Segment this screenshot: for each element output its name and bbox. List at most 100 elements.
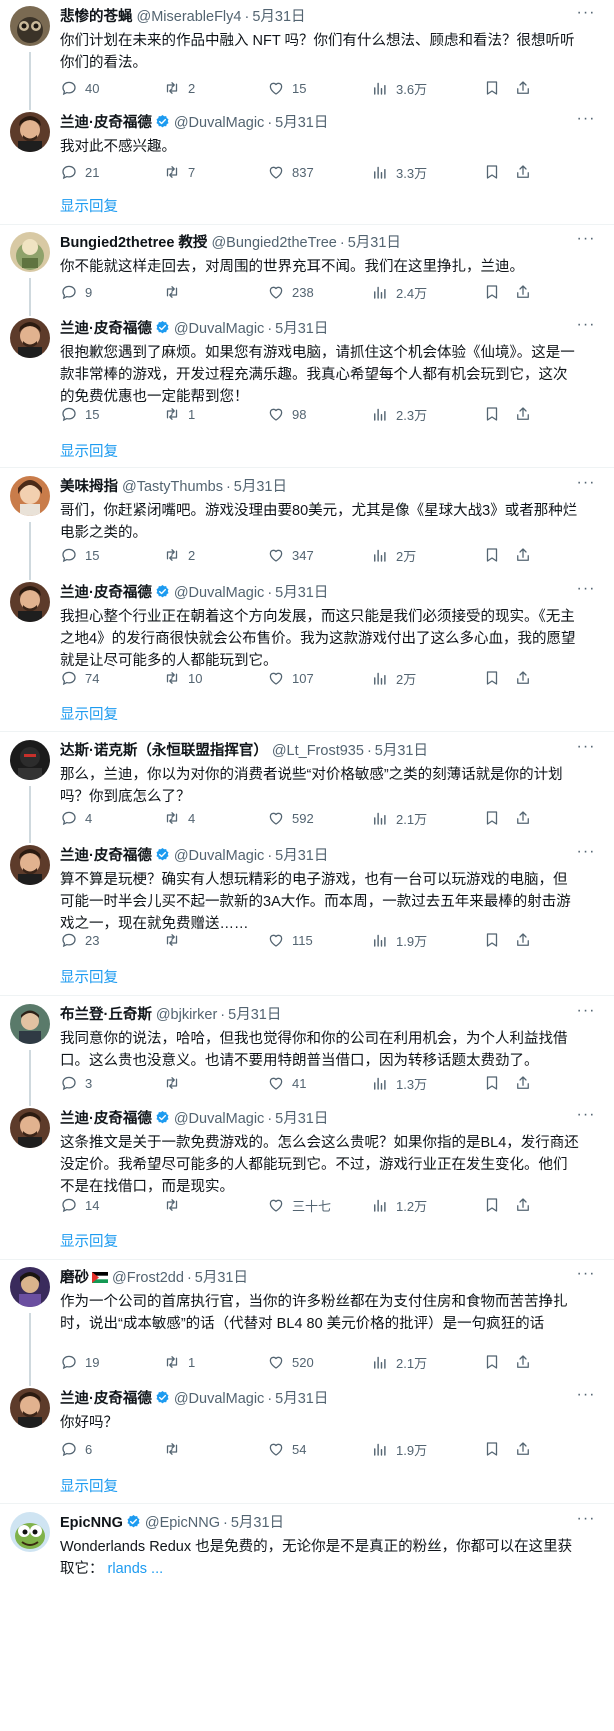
more-icon[interactable]: ··· — [576, 739, 596, 762]
author-name[interactable]: Bungied2thetree 教授 — [60, 235, 207, 251]
share-icon[interactable] — [514, 1195, 539, 1215]
like-button[interactable]: 592 — [267, 808, 314, 828]
avatar[interactable] — [10, 318, 50, 358]
avatar[interactable] — [10, 476, 50, 516]
timestamp[interactable]: 5月31日 — [375, 743, 428, 759]
like-button[interactable]: 三十七 — [267, 1195, 331, 1215]
author-handle[interactable]: @DuvalMagic — [174, 848, 264, 864]
author-handle[interactable]: @DuvalMagic — [174, 1391, 264, 1407]
retweet-button[interactable]: 2 — [163, 545, 195, 565]
like-button[interactable]: 238 — [267, 282, 314, 302]
retweet-button[interactable] — [163, 930, 188, 950]
share-icon[interactable] — [514, 1352, 539, 1372]
like-button[interactable]: 520 — [267, 1352, 314, 1372]
author-handle[interactable]: @DuvalMagic — [174, 585, 264, 601]
share-icon[interactable] — [514, 808, 539, 828]
like-button[interactable]: 837 — [267, 162, 314, 182]
author-handle[interactable]: @EpicNNG — [145, 1515, 220, 1531]
views-button[interactable]: 2.4万 — [371, 282, 427, 302]
like-button[interactable]: 41 — [267, 1073, 306, 1093]
views-button[interactable]: 1.2万 — [371, 1195, 427, 1215]
bookmark-icon[interactable] — [483, 1195, 508, 1215]
share-icon[interactable] — [514, 1073, 539, 1093]
bookmark-icon[interactable] — [483, 162, 508, 182]
timestamp[interactable]: 5月31日 — [348, 235, 401, 251]
retweet-button[interactable]: 10 — [163, 668, 202, 688]
author-name[interactable]: 布兰登·丘奇斯 — [60, 1007, 152, 1023]
share-icon[interactable] — [514, 668, 539, 688]
timestamp[interactable]: 5月31日 — [275, 585, 328, 601]
show-replies-link[interactable]: 显示回复 — [60, 195, 118, 216]
author-name[interactable]: 磨砂 — [60, 1270, 89, 1286]
reply-button[interactable]: 74 — [60, 668, 99, 688]
show-replies-link[interactable]: 显示回复 — [60, 703, 118, 724]
reply-button[interactable]: 40 — [60, 78, 99, 98]
author-name[interactable]: 悲惨的苍蝇 — [60, 9, 133, 25]
reply-button[interactable]: 14 — [60, 1195, 99, 1215]
reply-button[interactable]: 9 — [60, 282, 92, 302]
author-name[interactable]: 兰迪·皮奇福德 — [60, 1111, 152, 1127]
more-icon[interactable]: ··· — [576, 5, 596, 28]
views-button[interactable]: 1.9万 — [371, 930, 427, 950]
share-icon[interactable] — [514, 282, 539, 302]
show-replies-link[interactable]: 显示回复 — [60, 966, 118, 987]
more-icon[interactable]: ··· — [576, 1387, 596, 1410]
avatar[interactable] — [10, 1108, 50, 1148]
author-handle[interactable]: @Lt_Frost935 — [272, 743, 364, 759]
views-button[interactable]: 2.1万 — [371, 1352, 427, 1372]
retweet-button[interactable] — [163, 282, 188, 302]
more-icon[interactable]: ··· — [576, 1511, 596, 1534]
more-icon[interactable]: ··· — [576, 475, 596, 498]
views-button[interactable]: 2.3万 — [371, 404, 427, 424]
timestamp[interactable]: 5月31日 — [275, 848, 328, 864]
more-icon[interactable]: ··· — [576, 1107, 596, 1130]
like-button[interactable]: 54 — [267, 1439, 306, 1459]
timestamp[interactable]: 5月31日 — [275, 115, 328, 131]
views-button[interactable]: 1.3万 — [371, 1073, 427, 1093]
author-name[interactable]: 兰迪·皮奇福德 — [60, 848, 152, 864]
author-name[interactable]: 兰迪·皮奇福德 — [60, 321, 152, 337]
reply-button[interactable]: 21 — [60, 162, 99, 182]
avatar[interactable] — [10, 232, 50, 272]
reply-button[interactable]: 6 — [60, 1439, 92, 1459]
reply-button[interactable]: 23 — [60, 930, 99, 950]
share-icon[interactable] — [514, 930, 539, 950]
share-icon[interactable] — [514, 1439, 539, 1459]
more-icon[interactable]: ··· — [576, 1003, 596, 1026]
reply-button[interactable]: 15 — [60, 404, 99, 424]
avatar[interactable] — [10, 1004, 50, 1044]
timestamp[interactable]: 5月31日 — [275, 1391, 328, 1407]
timestamp[interactable]: 5月31日 — [252, 9, 305, 25]
author-handle[interactable]: @DuvalMagic — [174, 115, 264, 131]
author-handle[interactable]: @MiserableFly4 — [137, 9, 242, 25]
reply-button[interactable]: 15 — [60, 545, 99, 565]
views-button[interactable]: 2万 — [371, 668, 416, 688]
avatar[interactable] — [10, 1388, 50, 1428]
author-name[interactable]: 美味拇指 — [60, 479, 118, 495]
bookmark-icon[interactable] — [483, 78, 508, 98]
views-button[interactable]: 2万 — [371, 545, 416, 565]
bookmark-icon[interactable] — [483, 1073, 508, 1093]
more-icon[interactable]: ··· — [576, 1266, 596, 1289]
retweet-button[interactable]: 1 — [163, 1352, 195, 1372]
timestamp[interactable]: 5月31日 — [228, 1007, 281, 1023]
share-icon[interactable] — [514, 78, 539, 98]
bookmark-icon[interactable] — [483, 1439, 508, 1459]
show-replies-link[interactable]: 显示回复 — [60, 440, 118, 461]
share-icon[interactable] — [514, 404, 539, 424]
bookmark-icon[interactable] — [483, 668, 508, 688]
like-button[interactable]: 98 — [267, 404, 306, 424]
bookmark-icon[interactable] — [483, 930, 508, 950]
bookmark-icon[interactable] — [483, 1352, 508, 1372]
show-replies-link[interactable]: 显示回复 — [60, 1230, 118, 1251]
retweet-button[interactable]: 4 — [163, 808, 195, 828]
like-button[interactable]: 115 — [267, 930, 313, 950]
retweet-button[interactable]: 1 — [163, 404, 195, 424]
timestamp[interactable]: 5月31日 — [195, 1270, 248, 1286]
retweet-button[interactable] — [163, 1073, 188, 1093]
timestamp[interactable]: 5月31日 — [275, 1111, 328, 1127]
retweet-button[interactable]: 7 — [163, 162, 195, 182]
show-replies-link[interactable]: 显示回复 — [60, 1475, 118, 1496]
like-button[interactable]: 347 — [267, 545, 314, 565]
more-icon[interactable]: ··· — [576, 844, 596, 867]
